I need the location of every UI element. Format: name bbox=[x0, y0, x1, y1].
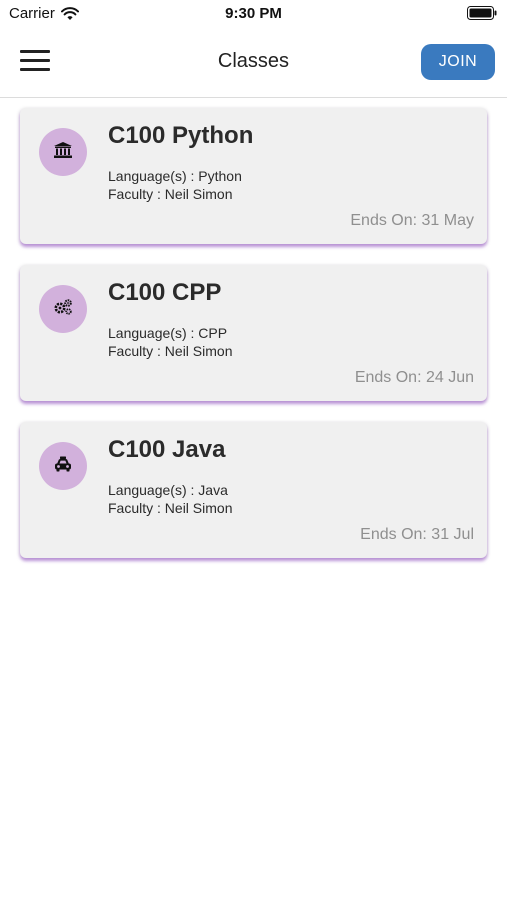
status-bar: Carrier 9:30 PM bbox=[0, 0, 507, 28]
class-avatar bbox=[39, 128, 87, 176]
class-languages: Language(s) : Java bbox=[108, 482, 228, 498]
app-header: Classes JOIN bbox=[0, 28, 507, 98]
class-languages: Language(s) : CPP bbox=[108, 325, 228, 341]
class-title: C100 Java bbox=[108, 436, 226, 463]
class-end-date: Ends On: 24 Jun bbox=[354, 369, 474, 386]
class-faculty: Faculty : Neil Simon bbox=[108, 343, 233, 359]
join-button[interactable]: JOIN bbox=[421, 44, 495, 80]
class-faculty: Faculty : Neil Simon bbox=[108, 500, 233, 516]
class-card[interactable]: C100 Java Language(s) : Java Faculty : N… bbox=[20, 422, 487, 558]
class-title: C100 CPP bbox=[108, 279, 222, 306]
class-title: C100 Python bbox=[108, 122, 254, 149]
class-end-date: Ends On: 31 Jul bbox=[360, 526, 474, 543]
class-end-date: Ends On: 31 May bbox=[350, 212, 474, 229]
bank-icon bbox=[53, 141, 73, 164]
class-card[interactable]: C100 CPP Language(s) : CPP Faculty : Nei… bbox=[20, 265, 487, 401]
taxi-icon bbox=[53, 455, 73, 478]
class-avatar bbox=[39, 442, 87, 490]
status-time: 9:30 PM bbox=[225, 5, 282, 22]
class-avatar bbox=[39, 285, 87, 333]
class-card[interactable]: C100 Python Language(s) : Python Faculty… bbox=[20, 108, 487, 244]
battery-icon bbox=[467, 6, 497, 20]
gears-icon bbox=[53, 298, 73, 321]
class-languages: Language(s) : Python bbox=[108, 168, 242, 184]
class-faculty: Faculty : Neil Simon bbox=[108, 186, 233, 202]
